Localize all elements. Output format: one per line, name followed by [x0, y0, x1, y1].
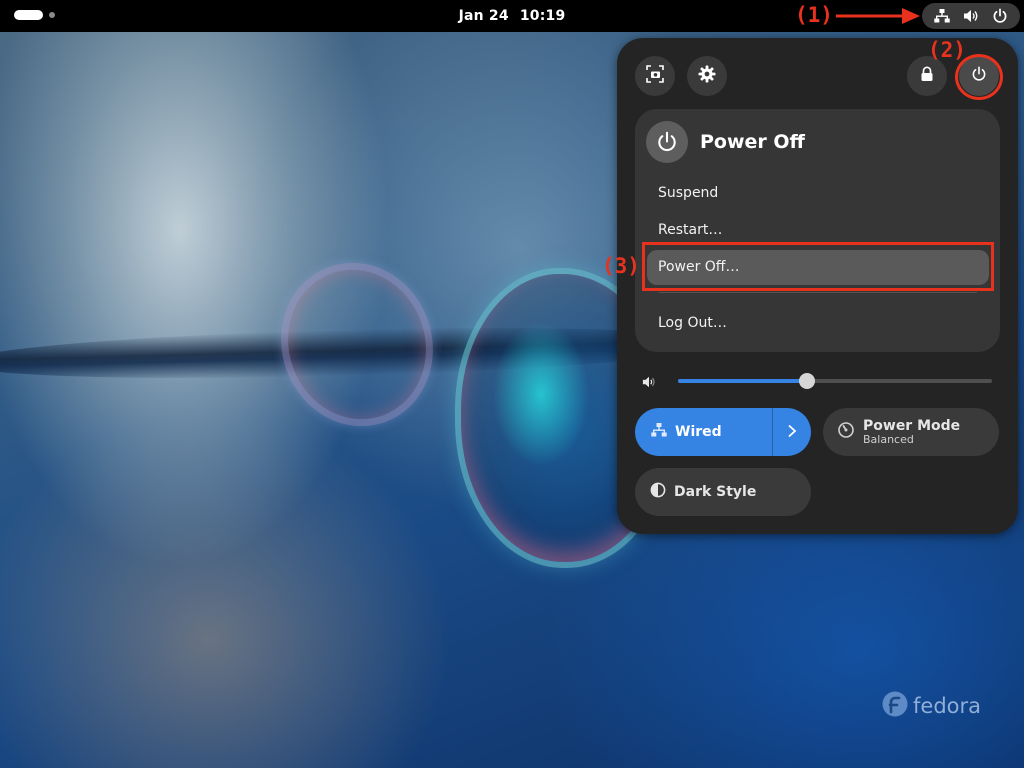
power-submenu-title: Power Off: [700, 131, 805, 153]
network-wired-icon: [934, 8, 951, 24]
power-mode-text: Power Mode Balanced: [863, 418, 960, 447]
power-mode-toggle[interactable]: Power Mode Balanced: [823, 408, 999, 456]
fedora-logo: fedora: [882, 691, 981, 721]
wired-toggle: Wired: [635, 408, 811, 456]
power-icon: [992, 8, 1008, 24]
annotation-arrow-icon: [836, 8, 920, 24]
wired-label: Wired: [675, 424, 722, 440]
wired-toggle-button[interactable]: Wired: [635, 408, 772, 456]
fedora-wordmark: fedora: [913, 694, 981, 718]
volume-icon: [963, 8, 979, 24]
power-submenu-header: Power Off: [646, 121, 805, 163]
menu-separator: [659, 292, 977, 293]
power-mode-value: Balanced: [863, 432, 914, 446]
power-icon: [646, 121, 688, 163]
system-status-menu[interactable]: [922, 3, 1020, 29]
power-mode-label: Power Mode: [863, 417, 961, 434]
volume-icon[interactable]: [641, 374, 657, 393]
network-wired-icon: [651, 422, 667, 442]
speedometer-icon: [837, 421, 855, 443]
annotation-label-3: (3): [602, 254, 640, 278]
annotation-label-1: (1): [795, 3, 833, 27]
volume-slider[interactable]: [678, 373, 992, 389]
wallpaper-ring: [258, 241, 456, 448]
annotation-label-2: (2): [928, 38, 966, 62]
clock-time: 10:19: [519, 8, 566, 24]
volume-control: [641, 373, 996, 389]
volume-slider-knob[interactable]: [798, 373, 815, 389]
fedora-logo-icon: [882, 691, 908, 721]
annotation-circle: [955, 54, 1003, 100]
settings-button[interactable]: [687, 56, 727, 96]
chevron-right-icon: [786, 423, 798, 442]
dark-style-toggle[interactable]: Dark Style: [635, 468, 811, 516]
gear-icon: [698, 65, 716, 87]
annotation-box: [642, 242, 994, 291]
menu-item-suspend[interactable]: Suspend: [647, 176, 989, 211]
power-off-submenu: Power Off Suspend Restart… Power Off… Lo…: [635, 109, 1000, 352]
wired-menu-button[interactable]: [772, 408, 811, 456]
dark-style-icon: [650, 482, 666, 502]
dark-style-label: Dark Style: [674, 484, 757, 500]
lock-icon: [919, 66, 935, 86]
screenshot-icon: [646, 65, 664, 87]
volume-slider-fill: [678, 379, 807, 383]
screenshot-button[interactable]: [635, 56, 675, 96]
clock-date: Jan 24: [458, 8, 509, 24]
menu-item-log-out[interactable]: Log Out…: [647, 306, 989, 341]
lock-screen-button[interactable]: [907, 56, 947, 96]
